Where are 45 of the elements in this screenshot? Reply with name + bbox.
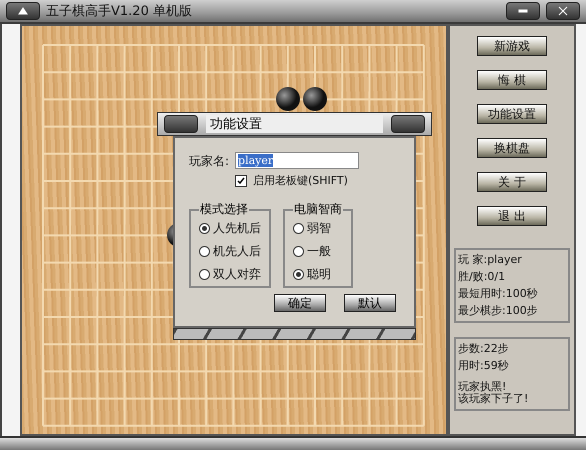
radio-button[interactable]: [293, 268, 304, 280]
status-text: 用时:59秒: [458, 360, 510, 372]
close-icon: [558, 6, 568, 16]
up-triangle-icon: [18, 6, 28, 16]
boss-key-label: 启用老板键(SHIFT): [253, 175, 348, 187]
radio-label: 人先机后: [213, 222, 261, 234]
menu-button[interactable]: 新游戏: [477, 36, 547, 56]
radio-label: 弱智: [307, 222, 331, 234]
stat-text: 最短用时:100秒: [458, 288, 539, 300]
menu-button[interactable]: 退 出: [477, 206, 547, 226]
radio-label: 双人对弈: [213, 268, 261, 280]
menu-button[interactable]: 关 于: [477, 172, 547, 192]
status-text: 玩家执黑!: [458, 381, 508, 393]
radio-button[interactable]: [293, 246, 304, 256]
stone: [303, 87, 327, 112]
radio-button[interactable]: [199, 246, 210, 256]
close-button[interactable]: [546, 2, 580, 20]
window-title: 五子棋高手V1.20 单机版: [46, 3, 193, 20]
radio-label: 一般: [307, 245, 331, 257]
minimize-button[interactable]: [506, 2, 540, 20]
status-text: 该玩家下子了!: [458, 393, 530, 405]
name-label: 玩家名:: [189, 154, 230, 166]
stone: [276, 87, 300, 112]
dialog-button[interactable]: 确定: [274, 294, 326, 312]
dialog-button[interactable]: 默认: [344, 294, 396, 312]
boss-key-checkbox[interactable]: [235, 175, 247, 187]
radio-button[interactable]: [199, 222, 210, 234]
name-input[interactable]: player: [235, 152, 360, 169]
menu-button[interactable]: 换棋盘: [477, 138, 547, 158]
radio-label: 机先人后: [213, 245, 261, 257]
radio-label: 聪明: [307, 268, 331, 280]
group-title: 模式选择: [199, 201, 249, 218]
menu-button[interactable]: [6, 2, 40, 20]
radio-button[interactable]: [293, 222, 304, 234]
stat-text: 最少棋步:100步: [458, 305, 539, 317]
stat-text: 胜/败:0/1: [458, 271, 506, 283]
dialog-menu-button[interactable]: [164, 115, 198, 133]
group-title: 电脑智商: [293, 201, 343, 218]
menu-button[interactable]: 悔 棋: [477, 70, 547, 90]
radio-button[interactable]: [199, 268, 210, 280]
status-text: 步数:22步: [458, 343, 510, 355]
dialog-close-button[interactable]: [391, 115, 425, 133]
stat-text: 玩 家:player: [458, 254, 523, 266]
menu-button[interactable]: 功能设置: [477, 104, 547, 124]
dialog-title: 功能设置: [206, 115, 383, 133]
